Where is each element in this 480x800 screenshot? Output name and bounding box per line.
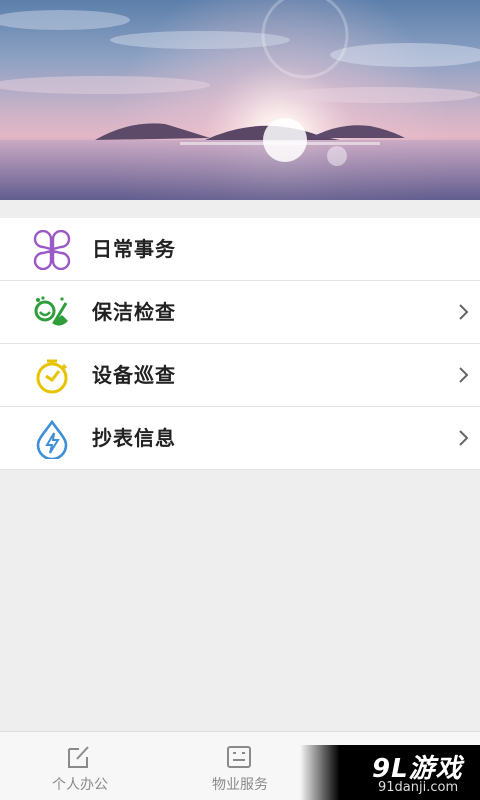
- chevron-right-icon: [458, 303, 470, 321]
- timer-icon: [32, 356, 72, 396]
- tab-personal-office[interactable]: 个人办公: [0, 732, 160, 800]
- menu-item-label: 抄表信息: [92, 426, 176, 450]
- id-card-icon: [226, 744, 252, 770]
- watermark-url: 91danji.com: [378, 780, 459, 795]
- menu-item-label: 设备巡查: [92, 363, 176, 387]
- tab-label: 物业服务: [212, 777, 268, 793]
- app-screen: 日常事务 保洁检查 设备巡查 抄表信息 个人办公 物业服务 9L游戏 91dan…: [0, 0, 480, 800]
- menu-item-label: 保洁检查: [92, 300, 176, 324]
- menu-item-equipment-inspection[interactable]: 设备巡查: [0, 344, 480, 407]
- water-drop-lightning-icon: [32, 419, 72, 461]
- menu-item-meter-reading[interactable]: 抄表信息: [0, 407, 480, 470]
- banner-image: [0, 0, 480, 200]
- menu-item-daily-affairs[interactable]: 日常事务: [0, 218, 480, 281]
- chevron-right-icon: [458, 366, 470, 384]
- chevron-right-icon: [458, 429, 470, 447]
- broom-icon: [32, 293, 72, 333]
- tab-property-service[interactable]: 物业服务: [160, 732, 320, 800]
- tab-label: 个人办公: [52, 777, 108, 793]
- menu-item-label: 日常事务: [92, 237, 176, 261]
- edit-icon: [66, 744, 92, 770]
- menu-list: 日常事务 保洁检查 设备巡查 抄表信息: [0, 218, 480, 470]
- clover-grid-icon: [32, 229, 72, 271]
- menu-item-cleaning-check[interactable]: 保洁检查: [0, 281, 480, 344]
